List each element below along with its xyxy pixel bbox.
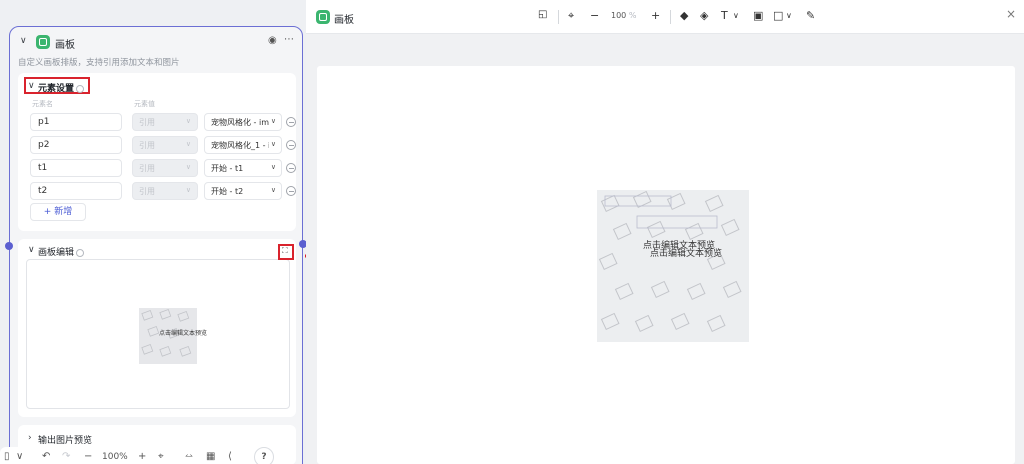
collapse-chevron-icon[interactable]: ∨ bbox=[20, 36, 27, 46]
canvas-app-icon bbox=[316, 10, 330, 24]
node-title: 画板 bbox=[55, 40, 75, 51]
mini-canvas-text[interactable]: 点击编辑文本预览 bbox=[159, 328, 207, 337]
toolbar-divider bbox=[670, 10, 671, 24]
chevron-down-icon: ∨ bbox=[268, 163, 276, 171]
add-element-button[interactable]: + 新增 bbox=[30, 203, 86, 221]
zoom-level: 100% bbox=[102, 452, 128, 462]
canvas-edit-title[interactable]: 画板编辑 bbox=[38, 245, 85, 258]
zoom-out-icon[interactable]: − bbox=[590, 9, 599, 22]
element-value-select[interactable]: 宠物风格化_1 - i ∨ bbox=[204, 136, 282, 154]
undo-icon[interactable]: ↶ bbox=[42, 451, 50, 462]
remove-element-icon[interactable] bbox=[286, 186, 296, 196]
remove-element-icon[interactable] bbox=[286, 163, 296, 173]
element-name-input[interactable]: t1 bbox=[30, 159, 122, 177]
run-icon[interactable]: ◉ bbox=[268, 35, 277, 46]
element-name-input[interactable]: t2 bbox=[30, 182, 122, 200]
zoom-in-icon[interactable]: + bbox=[651, 9, 660, 22]
output-preview-chevron-icon[interactable]: › bbox=[28, 433, 32, 443]
layer-up-icon[interactable]: ◆ bbox=[680, 9, 688, 22]
canvas-text-element[interactable]: 点击编辑文本预览 bbox=[650, 246, 722, 259]
zoom-in-icon[interactable]: + bbox=[138, 451, 146, 462]
pen-tool-icon[interactable]: ✎ bbox=[806, 9, 815, 22]
zoom-out-icon[interactable]: − bbox=[84, 451, 92, 462]
editor-top-bar: 画板 ◱ ⌖ − 100 % + ◆ ◈ T ∨ ▣ □ ∨ ✎ × bbox=[306, 0, 1024, 34]
canvas-edit-section: ∨ 画板编辑 点击编辑文本预览 bbox=[18, 239, 296, 417]
resize-canvas-icon[interactable]: ◱ bbox=[538, 9, 547, 20]
fullscreen-icon: ⛶ bbox=[282, 246, 288, 255]
bottom-toolbar: ▯ ∨ ↶ ↷ − 100% + ⌖ ⥎ ▦ ⟨ bbox=[0, 447, 282, 464]
arrow-left-icon[interactable]: ⟨ bbox=[228, 451, 232, 462]
text-tool-icon[interactable]: T bbox=[721, 9, 728, 22]
minimap-icon[interactable]: ▦ bbox=[206, 451, 215, 462]
remove-element-icon[interactable] bbox=[286, 140, 296, 150]
layers-icon[interactable]: ◈ bbox=[700, 9, 708, 22]
canvas-edit-chevron-icon[interactable]: ∨ bbox=[28, 245, 35, 255]
chevron-down-icon: ∨ bbox=[268, 140, 276, 148]
element-settings-section: ∨ 元素设置 元素名 元素值 p1 引用 ∨ 宠物风格化 - ima ∨ p2 引用… bbox=[18, 73, 296, 231]
chevron-down-icon[interactable]: ∨ bbox=[786, 11, 792, 20]
element-value-select[interactable]: 开始 - t2 ∨ bbox=[204, 182, 282, 200]
editor-canvas-area[interactable]: 点击编辑文本预览 点击编辑文本预览 bbox=[317, 66, 1015, 464]
image-placeholder-icon[interactable] bbox=[597, 190, 749, 342]
shape-tool-icon[interactable]: □ bbox=[773, 9, 783, 22]
output-preview-title[interactable]: 输出图片预览 bbox=[38, 433, 92, 446]
editor-title: 画板 bbox=[334, 15, 354, 26]
fit-view-icon[interactable]: ⌖ bbox=[158, 451, 164, 462]
chevron-down-icon[interactable]: ∨ bbox=[733, 11, 739, 20]
element-value-select[interactable]: 开始 - t1 ∨ bbox=[204, 159, 282, 177]
element-type-select[interactable]: 引用 ∨ bbox=[132, 159, 198, 177]
node-description: 自定义画板排版，支持引用添加文本和图片 bbox=[18, 58, 180, 68]
editor-zoom-value: 100 % bbox=[611, 11, 637, 20]
element-name-input[interactable]: p1 bbox=[30, 113, 122, 131]
element-settings-chevron-icon[interactable]: ∨ bbox=[28, 81, 35, 91]
element-type-select[interactable]: 引用 ∨ bbox=[132, 113, 198, 131]
chevron-down-icon[interactable]: ∨ bbox=[16, 451, 23, 462]
element-value-select[interactable]: 宠物风格化 - ima ∨ bbox=[204, 113, 282, 131]
image-tool-icon[interactable]: ▣ bbox=[753, 9, 763, 22]
element-type-select[interactable]: 引用 ∨ bbox=[132, 182, 198, 200]
close-icon[interactable]: × bbox=[1006, 7, 1016, 21]
chevron-down-icon: ∨ bbox=[268, 186, 276, 194]
chevron-down-icon: ∨ bbox=[185, 117, 191, 125]
chevron-down-icon: ∨ bbox=[268, 117, 276, 125]
element-type-select[interactable]: 引用 ∨ bbox=[132, 136, 198, 154]
input-connector[interactable] bbox=[5, 242, 13, 250]
canvas-editor-window: 画板 ◱ ⌖ − 100 % + ◆ ◈ T ∨ ▣ □ ∨ ✎ × 点击编辑文… bbox=[306, 0, 1024, 464]
column-header-value: 元素值 bbox=[134, 100, 155, 108]
chevron-down-icon: ∨ bbox=[185, 163, 191, 171]
canvas-app-icon bbox=[36, 35, 50, 49]
node-header: ∨ 画板 ◉ ⋯ bbox=[10, 27, 302, 57]
canvas-node-panel[interactable]: ∨ 画板 ◉ ⋯ 自定义画板排版，支持引用添加文本和图片 ∨ 元素设置 元素名 … bbox=[9, 26, 303, 464]
info-icon bbox=[76, 84, 85, 93]
collapse-all-icon[interactable]: ⥎ bbox=[185, 451, 193, 462]
toolbar-divider bbox=[558, 10, 559, 24]
redo-icon[interactable]: ↷ bbox=[62, 451, 70, 462]
remove-element-icon[interactable] bbox=[286, 117, 296, 127]
expand-canvas-button[interactable]: ⛶ bbox=[278, 244, 294, 260]
column-header-name: 元素名 bbox=[32, 100, 53, 108]
chevron-down-icon: ∨ bbox=[185, 186, 191, 194]
help-button[interactable]: ? bbox=[254, 447, 274, 464]
info-icon bbox=[76, 248, 85, 257]
fit-screen-icon[interactable]: ⌖ bbox=[568, 9, 574, 23]
element-settings-title[interactable]: 元素设置 bbox=[38, 81, 85, 94]
more-icon[interactable]: ⋯ bbox=[284, 34, 294, 45]
canvas-mini-preview[interactable]: 点击编辑文本预览 bbox=[26, 259, 290, 409]
chevron-down-icon: ∨ bbox=[185, 140, 191, 148]
element-name-input[interactable]: p2 bbox=[30, 136, 122, 154]
device-icon[interactable]: ▯ bbox=[4, 451, 10, 462]
